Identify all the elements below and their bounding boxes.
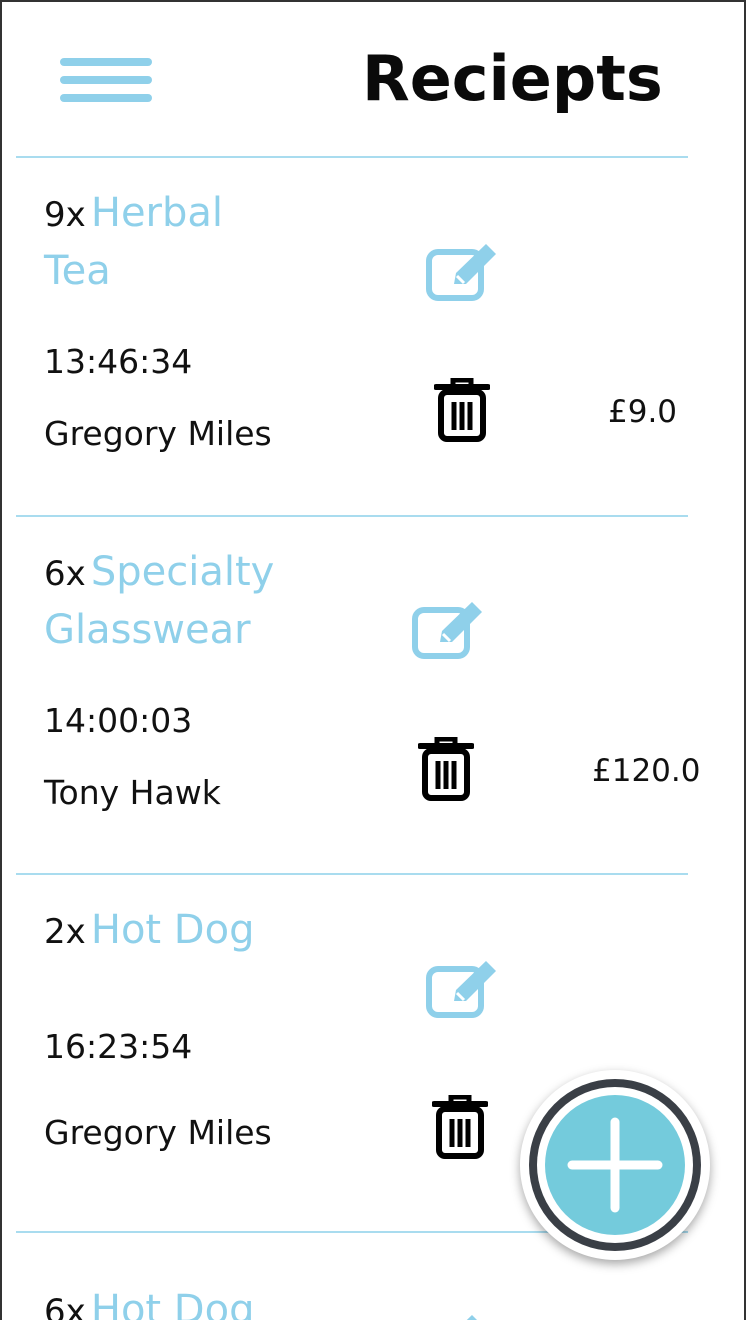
edit-icon[interactable] (412, 600, 488, 660)
receipt-card: 6x Specialty Glasswear 14:00:03 Tony Haw… (0, 517, 748, 875)
receipt-item: 9x Herbal Tea (44, 188, 344, 304)
receipt-item: 6x Specialty Glasswear (44, 547, 344, 663)
receipt-time: 16:23:54 (44, 1027, 193, 1066)
add-receipt-button[interactable] (520, 1070, 710, 1260)
menu-button[interactable] (60, 58, 152, 110)
receipt-price: £9.0 (608, 394, 678, 430)
edit-icon[interactable] (426, 959, 502, 1019)
receipt-person: Tony Hawk (44, 773, 221, 812)
receipt-item: 2x Hot Dog (44, 905, 344, 963)
receipt-card: 9x Herbal Tea 13:46:34 Gregory Miles £9.… (0, 158, 748, 516)
item-quantity: 2x (44, 912, 86, 952)
receipt-item: 6x Hot Dog (44, 1285, 344, 1320)
edit-icon[interactable] (426, 242, 502, 302)
trash-icon[interactable] (434, 378, 490, 442)
receipt-time: 13:46:34 (44, 342, 193, 381)
item-name: Hot Dog (90, 907, 255, 953)
item-name: Specialty (90, 549, 275, 595)
item-name: Herbal (90, 190, 224, 236)
plus-icon (529, 1079, 701, 1251)
item-quantity: 9x (44, 195, 86, 235)
item-name-line2: Glasswear (44, 607, 251, 653)
item-name-line2: Tea (44, 248, 111, 294)
hamburger-icon-bar (60, 58, 152, 66)
trash-icon[interactable] (432, 1095, 488, 1159)
trash-icon[interactable] (418, 737, 474, 801)
item-name: Hot Dog (90, 1287, 255, 1320)
receipt-price: £120.0 (592, 753, 701, 789)
hamburger-icon-bar (60, 94, 152, 102)
item-quantity: 6x (44, 554, 86, 594)
receipt-person: Gregory Miles (44, 1113, 272, 1152)
edit-icon[interactable] (412, 1313, 488, 1320)
page-title: Reciepts (362, 42, 663, 115)
item-quantity: 6x (44, 1292, 86, 1320)
hamburger-icon-bar (60, 76, 152, 84)
receipt-person: Gregory Miles (44, 414, 272, 453)
receipt-time: 14:00:03 (44, 701, 193, 740)
